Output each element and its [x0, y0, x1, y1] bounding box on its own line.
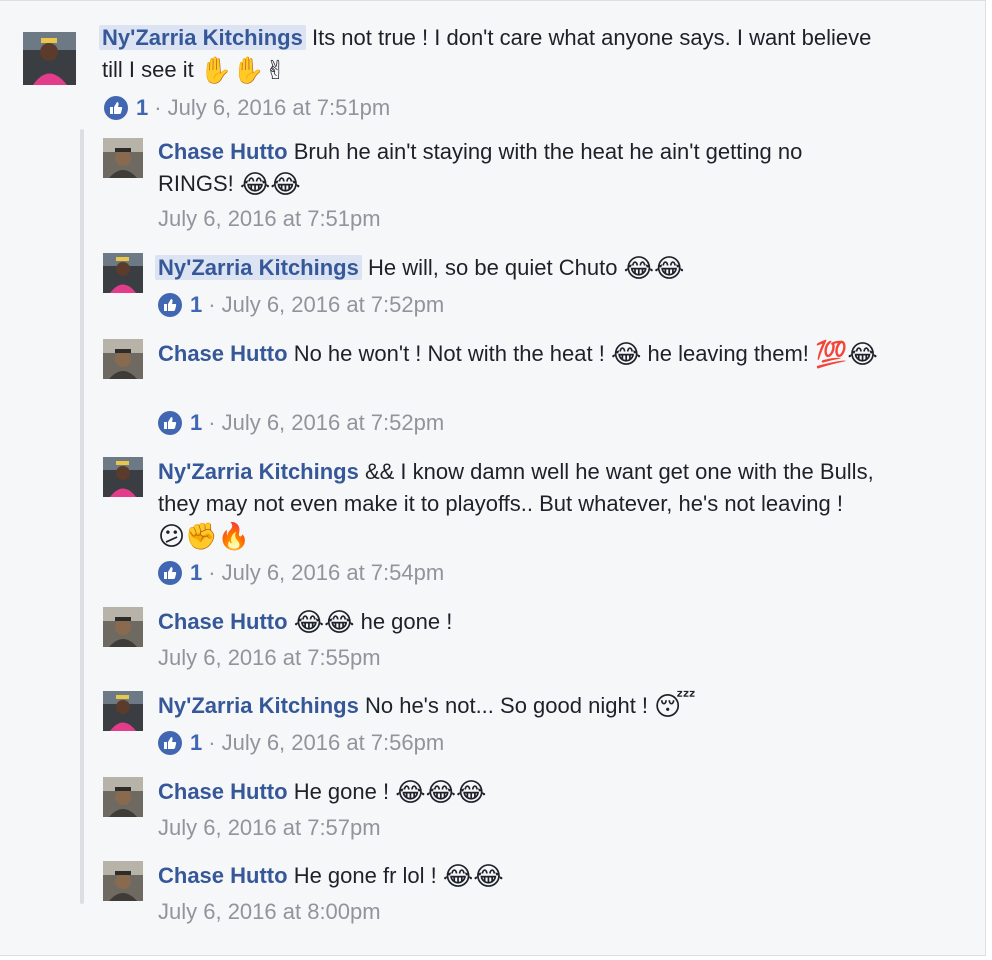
like-icon[interactable]	[158, 731, 182, 755]
reply-thread-line	[80, 129, 84, 904]
reply-author-link[interactable]: Chase Hutto	[158, 341, 288, 366]
reply-author-link[interactable]: Ny'Zarria Kitchings	[155, 255, 362, 280]
meta-separator: ·	[208, 730, 216, 755]
meta-separator: ·	[154, 95, 162, 120]
reply-meta: July 6, 2016 at 7:57pm	[158, 813, 381, 843]
avatar-chase[interactable]	[103, 138, 143, 178]
like-icon[interactable]	[158, 293, 182, 317]
reply-meta: 1 · July 6, 2016 at 7:52pm	[158, 290, 444, 320]
like-icon[interactable]	[158, 561, 182, 585]
reply-body: Ny'Zarria Kitchings He will, so be quiet…	[155, 252, 878, 284]
reply-timestamp[interactable]: July 6, 2016 at 7:52pm	[222, 290, 445, 320]
comment-body: Ny'Zarria Kitchings Its not true ! I don…	[99, 22, 892, 86]
reply-meta: July 6, 2016 at 7:51pm	[158, 204, 381, 234]
reply-timestamp[interactable]: July 6, 2016 at 7:57pm	[158, 813, 381, 843]
comment-panel: Ny'Zarria Kitchings Its not true ! I don…	[0, 0, 986, 956]
meta-separator: ·	[208, 410, 216, 435]
like-count[interactable]: 1	[136, 93, 148, 123]
reply-body: Ny'Zarria Kitchings && I know damn well …	[158, 456, 898, 552]
reply-timestamp[interactable]: July 6, 2016 at 7:52pm	[222, 408, 445, 438]
hundred-emoji: 💯😂	[815, 340, 878, 370]
avatar-nyzarria[interactable]	[103, 691, 143, 731]
meta-separator: ·	[208, 560, 216, 585]
like-count[interactable]: 1	[190, 728, 202, 758]
like-count[interactable]: 1	[190, 290, 202, 320]
reply-timestamp[interactable]: July 6, 2016 at 7:55pm	[158, 643, 381, 673]
reply-body: Chase Hutto 😂😂 he gone !	[158, 606, 878, 638]
reply-meta: July 6, 2016 at 7:55pm	[158, 643, 381, 673]
meta-separator: ·	[208, 292, 216, 317]
reply-text: No he won't ! Not with the heat !	[293, 341, 605, 366]
reply-author-link[interactable]: Chase Hutto	[158, 609, 288, 634]
laughing-emoji: 😂😂	[442, 862, 504, 892]
avatar-chase[interactable]	[103, 861, 143, 901]
reply-author-link[interactable]: Chase Hutto	[158, 863, 288, 888]
sleeping-emoji: 😴	[654, 692, 696, 722]
reply-meta: 1 · July 6, 2016 at 7:52pm	[158, 408, 444, 438]
reply-meta: July 6, 2016 at 8:00pm	[158, 897, 381, 927]
avatar-nyzarria[interactable]	[103, 253, 143, 293]
laughing-emoji: 😂😂	[293, 608, 355, 638]
reply-timestamp[interactable]: July 6, 2016 at 8:00pm	[158, 897, 381, 927]
avatar-chase[interactable]	[103, 777, 143, 817]
reply-text: He gone fr lol !	[293, 863, 437, 888]
reply-body: Chase Hutto He gone fr lol ! 😂😂	[158, 860, 878, 892]
reply-body: Chase Hutto No he won't ! Not with the h…	[158, 338, 898, 370]
reply-timestamp[interactable]: July 6, 2016 at 7:51pm	[158, 204, 381, 234]
confused-fist-fire-emoji: 😕✊🔥	[158, 522, 250, 552]
reply-author-link[interactable]: Chase Hutto	[158, 779, 288, 804]
reply-meta: 1 · July 6, 2016 at 7:54pm	[158, 558, 444, 588]
reply-text-continued: he leaving them!	[647, 341, 809, 366]
comment-meta: 1 · July 6, 2016 at 7:51pm	[104, 93, 390, 123]
comment-author-link[interactable]: Ny'Zarria Kitchings	[99, 25, 306, 50]
comment-timestamp[interactable]: July 6, 2016 at 7:51pm	[168, 93, 391, 123]
avatar-nyzarria[interactable]	[23, 32, 76, 85]
reply-timestamp[interactable]: July 6, 2016 at 7:54pm	[222, 558, 445, 588]
like-count[interactable]: 1	[190, 408, 202, 438]
laughing-emoji: 😂😂	[239, 170, 301, 200]
reply-body: Chase Hutto Bruh he ain't staying with t…	[158, 136, 878, 200]
like-icon[interactable]	[158, 411, 182, 435]
reply-author-link[interactable]: Ny'Zarria Kitchings	[158, 459, 359, 484]
like-count[interactable]: 1	[190, 558, 202, 588]
hand-emoji: ✋✋✌	[199, 56, 287, 86]
like-icon[interactable]	[104, 96, 128, 120]
reply-timestamp[interactable]: July 6, 2016 at 7:56pm	[222, 728, 445, 758]
reply-text: He gone !	[293, 779, 390, 804]
reply-text: He will, so be quiet Chuto	[367, 255, 618, 280]
avatar-nyzarria[interactable]	[103, 457, 143, 497]
reply-author-link[interactable]: Ny'Zarria Kitchings	[158, 693, 359, 718]
reply-text: he gone !	[360, 609, 453, 634]
reply-meta: 1 · July 6, 2016 at 7:56pm	[158, 728, 444, 758]
reply-author-link[interactable]: Chase Hutto	[158, 139, 288, 164]
reply-body: Chase Hutto He gone ! 😂😂😂	[158, 776, 878, 808]
laughing-emoji: 😂😂😂	[395, 778, 487, 808]
laughing-emoji: 😂😂	[623, 254, 685, 284]
avatar-chase[interactable]	[103, 339, 143, 379]
avatar-chase[interactable]	[103, 607, 143, 647]
laughing-emoji: 😂	[610, 340, 642, 370]
reply-body: Ny'Zarria Kitchings No he's not... So go…	[158, 690, 878, 722]
reply-text: No he's not... So good night !	[364, 693, 649, 718]
